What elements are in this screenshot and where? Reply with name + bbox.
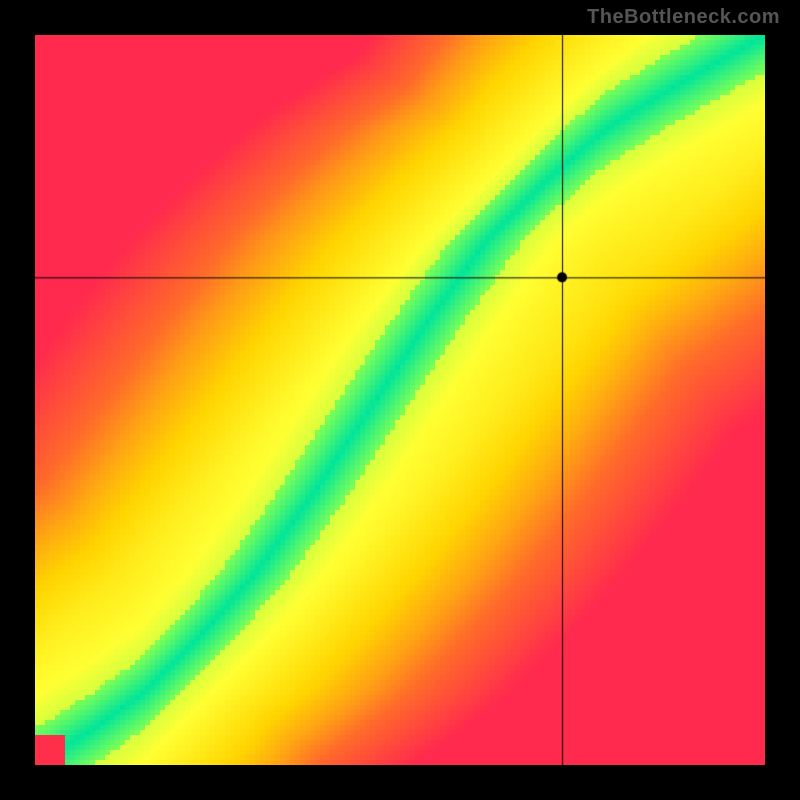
chart-frame: TheBottleneck.com [0,0,800,800]
overlay-canvas [35,35,765,765]
watermark-text: TheBottleneck.com [587,6,780,29]
